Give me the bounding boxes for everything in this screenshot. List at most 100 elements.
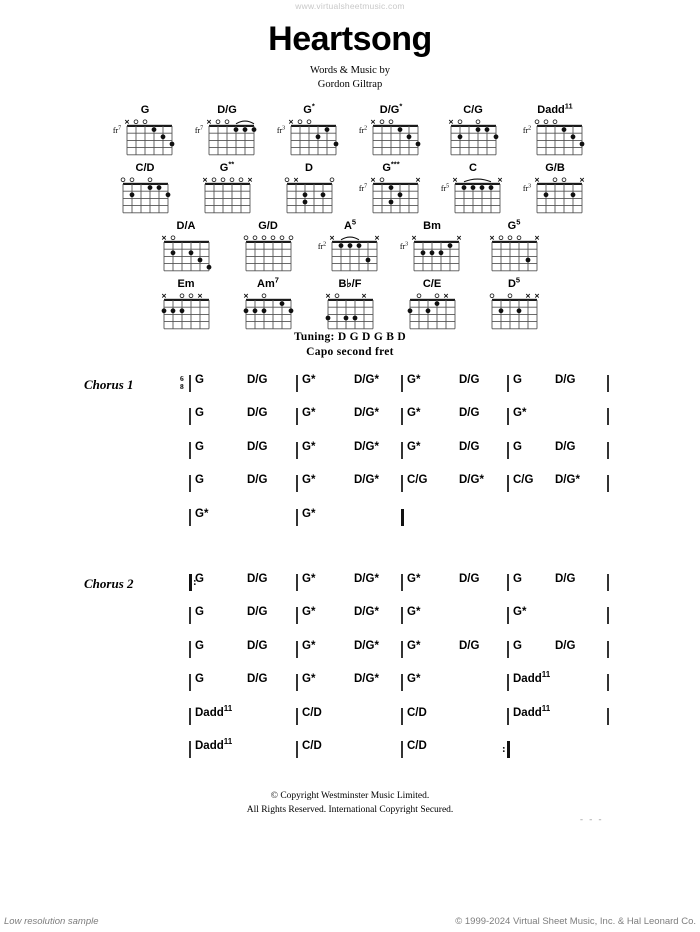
barline — [296, 674, 298, 692]
chart-chord-label: D/G* — [354, 639, 379, 652]
chart-chord-label: G — [195, 440, 204, 453]
chart-system-row: Chorus 2: G D/G G* D/G* G* D/G G D/G — [0, 573, 700, 606]
chart-chord-label: G* — [302, 606, 316, 619]
chord-fretboard-grid — [368, 175, 423, 224]
chord-fretboard-grid — [282, 175, 337, 224]
chord-diagram-grid-wrap: fr7 — [195, 117, 259, 159]
barline — [296, 441, 298, 459]
chart-chord-label: G — [195, 673, 204, 686]
chart-chord-label: D/G — [247, 474, 268, 487]
chord-diagram-grid-wrap — [404, 291, 460, 333]
chart-chord-label: G* — [302, 474, 316, 487]
chord-fretboard-grid — [241, 233, 296, 282]
chart-chord-label: D/G — [459, 407, 480, 420]
fret-position-label: fr7 — [112, 125, 122, 135]
chart-chord-label: G* — [195, 507, 209, 520]
barline — [296, 573, 298, 591]
chart-chord-label: G* — [513, 606, 527, 619]
chart-chord-label: D/G — [555, 572, 576, 585]
barline — [296, 475, 298, 493]
chart-chord-label: G — [513, 639, 522, 652]
chord-diagram-label: G/D — [258, 220, 278, 232]
chart-chord-label: Dadd11 — [195, 737, 233, 752]
chord-diagram-label: C/G — [463, 104, 483, 116]
barline — [296, 707, 298, 725]
chord-diagram-grid-wrap — [486, 291, 542, 333]
chord-fretboard-grid — [122, 117, 177, 166]
chord-diagram: Gfr7 — [104, 104, 186, 159]
chord-diagram-grid-wrap: fr2 — [523, 117, 587, 159]
chart-system-row: Dadd11 C/D C/D Dadd11 — [0, 704, 700, 740]
chord-fretboard-grid — [450, 175, 505, 224]
barline — [296, 508, 298, 526]
system-end-barline — [607, 375, 609, 392]
chart-system-row: G* G* — [0, 508, 700, 541]
chord-diagram-label: Dadd11 — [537, 101, 573, 116]
copyright-line-1: © Copyright Westminster Music Limited. — [270, 791, 430, 801]
barline — [189, 640, 191, 658]
chord-diagram: G/D — [227, 220, 309, 275]
chord-diagram-row: Em Am7 B♭/F C/E D5 — [0, 276, 700, 333]
chord-diagram: Dadd11 fr2 — [514, 101, 596, 159]
chart-chord-label: D/G — [247, 407, 268, 420]
chord-diagram-label: D/G* — [379, 101, 403, 116]
chart-chord-label: D/G — [459, 639, 480, 652]
system-end-barline — [607, 573, 609, 591]
chart-chord-label: G* — [407, 639, 421, 652]
chart-chord-label: G* — [302, 639, 316, 652]
fret-position-label: fr3 — [399, 241, 409, 251]
chord-diagram: C/D — [104, 162, 186, 217]
page-marker-dashes: - - - — [580, 814, 604, 824]
chord-diagram-grid-wrap: fr5 — [441, 175, 505, 217]
barline — [507, 707, 509, 725]
chart-chord-label: G* — [407, 673, 421, 686]
chart-chord-label: G* — [302, 572, 316, 585]
footer-copyright: © 1999-2024 Virtual Sheet Music, Inc. & … — [455, 916, 696, 927]
chord-diagram: C/G — [432, 104, 514, 159]
barline — [507, 408, 509, 426]
chart-chord-label: C/D — [407, 739, 427, 752]
chart-chord-label: G* — [302, 407, 316, 420]
barline — [507, 441, 509, 459]
chord-diagram-grid-wrap: fr3 — [523, 175, 587, 217]
chart-chord-label: D/G* — [354, 440, 379, 453]
capo-line: Capo second fret — [306, 346, 394, 358]
chord-diagram-grid-wrap — [240, 233, 296, 275]
chart-chord-label: D/G — [247, 639, 268, 652]
chart-chord-label: D/G — [247, 440, 268, 453]
barline — [189, 508, 191, 526]
fret-position-label: fr7 — [194, 125, 204, 135]
chord-diagram-label: D/A — [176, 220, 196, 232]
fret-position-label: fr2 — [358, 125, 368, 135]
barline — [189, 375, 191, 392]
chord-diagram-grid-wrap — [445, 117, 501, 159]
chart-chord-label: G* — [407, 374, 421, 386]
section-end-barline — [401, 508, 405, 526]
barline — [507, 573, 509, 591]
chord-diagram-row: C/D G** D G*** fr7 Cfr5 G/B fr3 — [0, 160, 700, 217]
chord-fretboard-grid — [532, 175, 587, 224]
barline — [401, 375, 403, 392]
barline — [507, 674, 509, 692]
repeat-end-barline — [507, 740, 511, 758]
barline — [296, 640, 298, 658]
chord-diagram-label: G — [140, 104, 150, 116]
barline — [296, 740, 298, 758]
chart-chord-label: G* — [302, 374, 316, 386]
chord-diagram-label: D/G — [217, 104, 237, 116]
chart-chord-label: G* — [302, 507, 316, 520]
repeat-start-barline — [189, 573, 193, 591]
section-label: Chorus 1 — [84, 377, 134, 392]
fret-position-label: fr3 — [522, 183, 532, 193]
fret-position-label: fr5 — [440, 183, 450, 193]
system-end-barline — [607, 674, 609, 692]
barline — [296, 607, 298, 625]
chord-diagram-label: G* — [303, 101, 315, 116]
chord-diagram-grid-wrap: fr2 — [359, 117, 423, 159]
chord-fretboard-grid — [487, 233, 542, 282]
chord-diagram: Cfr5 — [432, 162, 514, 217]
fret-position-label: fr2 — [522, 125, 532, 135]
chord-diagram-grid-wrap — [322, 291, 378, 333]
chord-diagram-label: Bm — [423, 220, 441, 232]
footer-sample-notice: Low resolution sample — [4, 916, 99, 927]
